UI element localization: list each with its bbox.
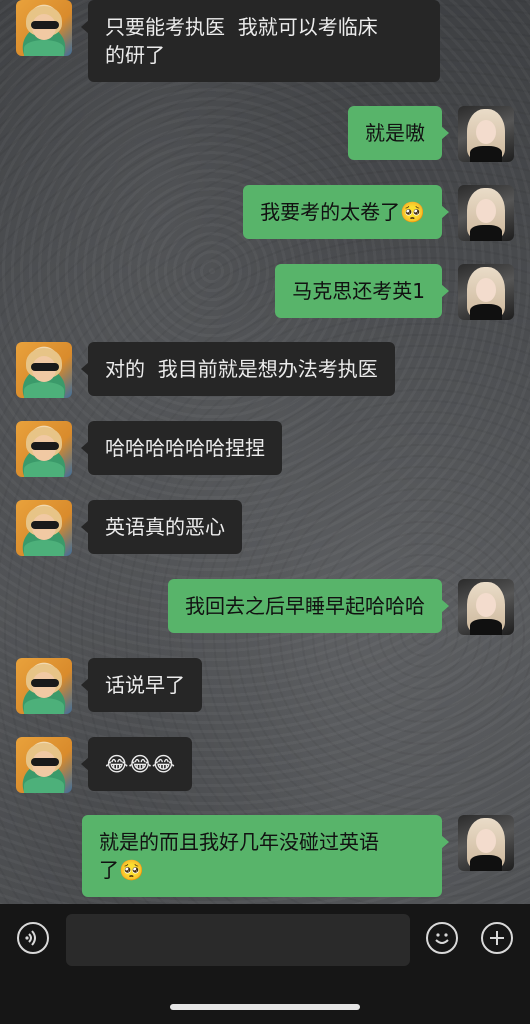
self-avatar[interactable] <box>458 185 514 241</box>
composer-bar <box>0 904 530 1024</box>
message-bubble[interactable]: 马克思还考英1 <box>275 264 449 318</box>
voice-icon[interactable] <box>17 922 49 954</box>
emoji-icon[interactable] <box>426 922 458 954</box>
message-bubble[interactable]: 😂😂😂 <box>80 737 193 791</box>
message-bubble[interactable]: 话说早了 <box>81 658 202 712</box>
emoji-icon-glyph <box>435 933 449 944</box>
message-bubble[interactable]: 英语真的恶心 <box>81 500 242 554</box>
contact-avatar[interactable] <box>16 500 72 556</box>
message-bubble[interactable]: 对的 我目前就是想办法考执医 <box>81 342 395 396</box>
contact-avatar[interactable] <box>16 421 72 477</box>
message-bubble[interactable]: 只要能考执医 我就可以考临床 的研了 <box>81 0 440 82</box>
message-bubble[interactable]: 我要考的太卷了🥺 <box>243 185 449 239</box>
plus-icon[interactable] <box>481 922 513 954</box>
message-bubble[interactable]: 哈哈哈哈哈哈捏捏 <box>81 421 282 475</box>
self-avatar[interactable] <box>458 815 514 871</box>
self-avatar[interactable] <box>458 264 514 320</box>
plus-icon-glyph <box>490 931 504 945</box>
message-input[interactable] <box>66 914 410 966</box>
contact-avatar[interactable] <box>16 737 72 793</box>
self-avatar[interactable] <box>458 106 514 162</box>
contact-avatar[interactable] <box>16 342 72 398</box>
home-indicator[interactable] <box>170 1004 360 1010</box>
contact-avatar[interactable] <box>16 0 72 56</box>
contact-avatar[interactable] <box>16 658 72 714</box>
message-bubble[interactable]: 就是嗷 <box>348 106 449 160</box>
message-bubble[interactable]: 我回去之后早睡早起哈哈哈 <box>168 579 449 633</box>
self-avatar[interactable] <box>458 579 514 635</box>
voice-icon-glyph <box>25 930 36 946</box>
message-bubble[interactable]: 就是的而且我好几年没碰过英语 了🥺 <box>82 815 449 897</box>
message-list[interactable]: 只要能考执医 我就可以考临床 的研了 就是嗷 我要考的太卷了🥺 马克思还考英1 … <box>0 0 530 904</box>
